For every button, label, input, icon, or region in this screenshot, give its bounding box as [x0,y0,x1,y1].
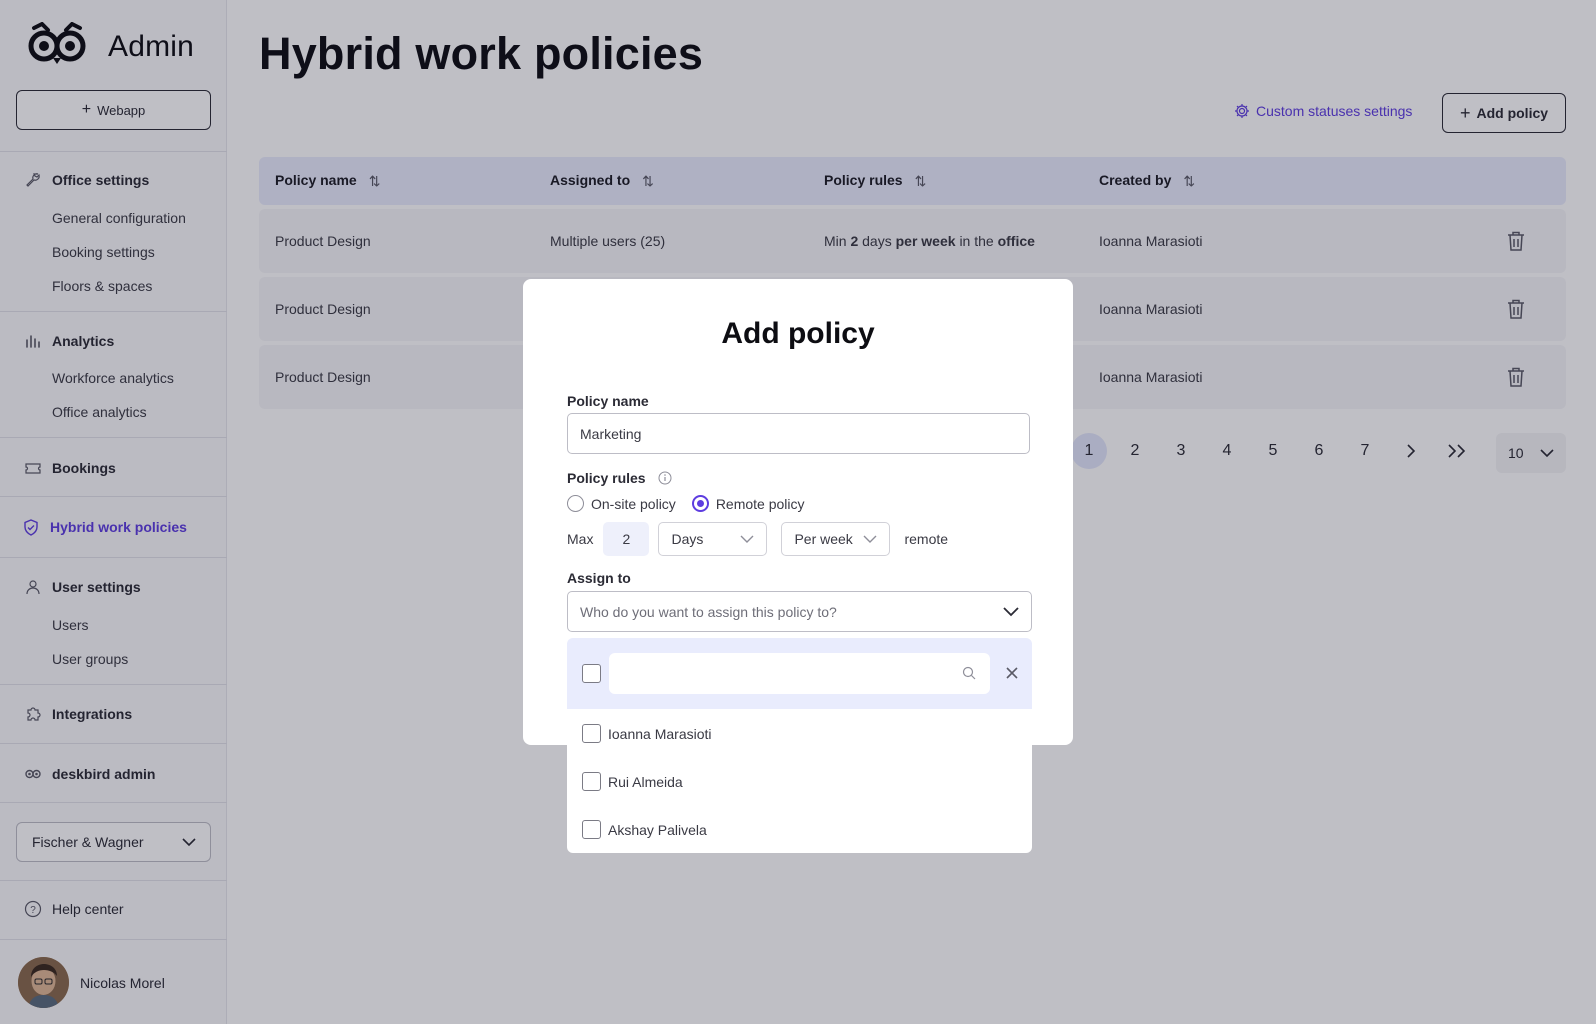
onsite-radio[interactable] [567,495,584,512]
list-item[interactable]: Rui Almeida [582,772,683,791]
modal-title: Add policy [721,317,875,350]
dropdown-search-input[interactable] [609,653,990,694]
remote-policy-option[interactable]: Remote policy [691,495,805,512]
period-select-value: Per week [794,531,853,547]
remote-radio[interactable] [691,495,709,512]
policy-type-radios: On-site policy Remote policy [567,495,805,512]
user-checkbox[interactable] [582,820,601,839]
policy-name-input[interactable]: Marketing [567,413,1030,454]
user-option-label: Rui Almeida [608,773,683,790]
max-label: Max [567,531,594,547]
policy-rules-text: Policy rules [567,470,646,486]
assign-to-label: Assign to [567,570,631,586]
rule-row: Max 2 Days Per week remote [567,522,948,556]
unit-select-value: Days [671,531,704,547]
chevron-down-icon [863,531,877,547]
list-item[interactable]: Akshay Palivela [582,820,707,839]
remote-suffix: remote [904,531,949,547]
period-select[interactable]: Per week [781,522,891,556]
max-value-input[interactable]: 2 [603,522,650,556]
onsite-label: On-site policy [591,495,676,512]
policy-rules-label: Policy rules [567,470,672,486]
assign-to-placeholder: Who do you want to assign this policy to… [580,603,837,620]
onsite-policy-option[interactable]: On-site policy [567,495,676,512]
info-icon[interactable] [658,471,672,485]
user-checkbox[interactable] [582,772,601,791]
assign-to-select[interactable]: Who do you want to assign this policy to… [567,591,1032,632]
user-option-label: Ioanna Marasioti [608,725,712,742]
user-checkbox[interactable] [582,724,601,743]
search-icon [962,666,976,680]
unit-select[interactable]: Days [658,522,768,556]
assign-to-dropdown: Ioanna Marasioti Rui Almeida Akshay Pali… [567,638,1032,853]
select-all-checkbox[interactable] [582,664,601,683]
chevron-down-icon [740,531,754,547]
policy-name-value: Marketing [580,425,642,442]
policy-name-label: Policy name [567,393,649,409]
dropdown-header [567,638,1032,709]
close-icon[interactable] [1004,665,1020,681]
remote-label: Remote policy [715,495,805,512]
chevron-down-icon [1003,604,1019,620]
list-item[interactable]: Ioanna Marasioti [582,724,712,743]
user-option-label: Akshay Palivela [608,821,707,838]
